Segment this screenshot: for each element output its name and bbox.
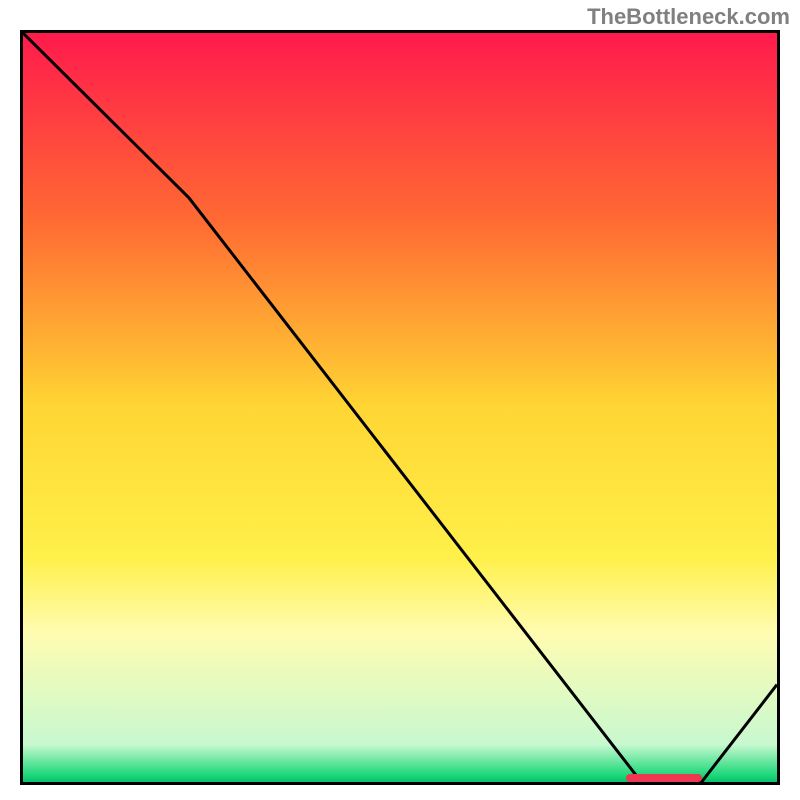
chart-plot-area [20,30,780,785]
highlight-marker [626,774,701,782]
chart-line [23,33,777,782]
watermark-text: TheBottleneck.com [587,4,790,30]
